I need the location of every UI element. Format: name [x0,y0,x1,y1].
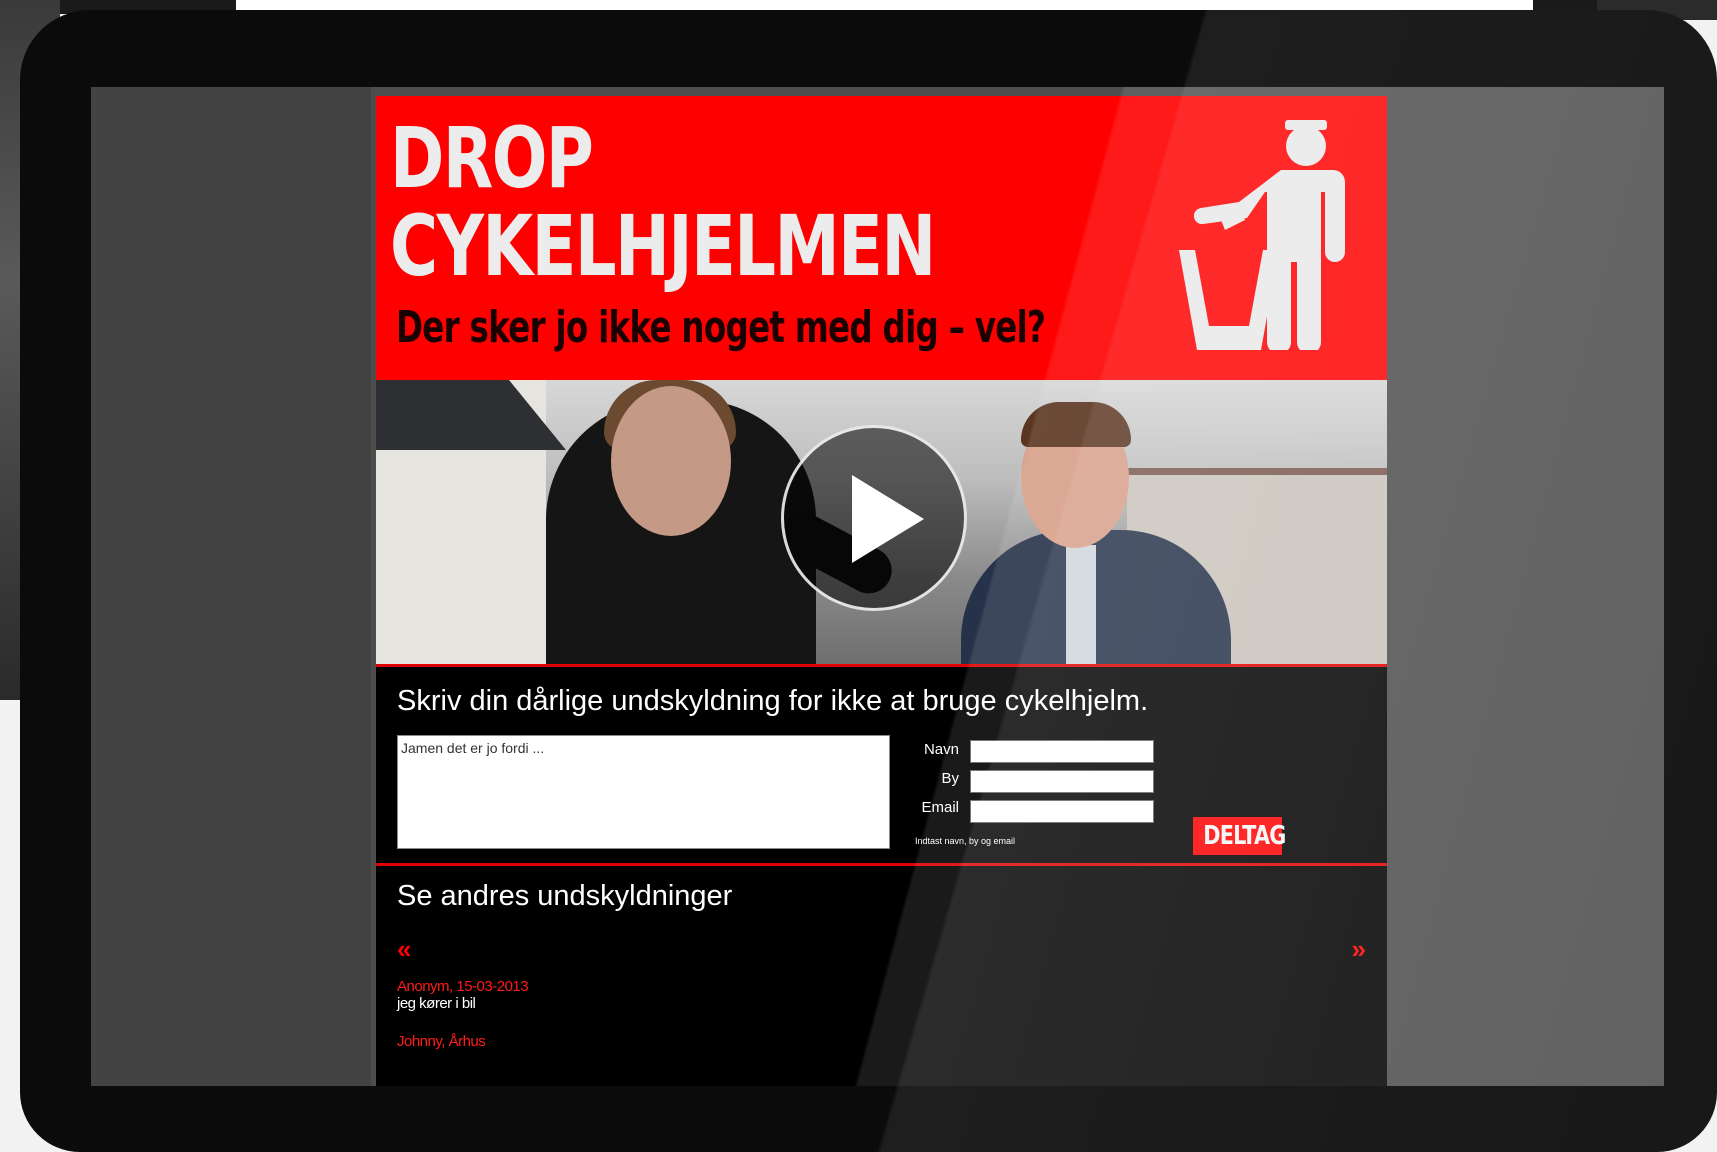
prev-arrow[interactable]: « [397,934,411,965]
entry-text: jeg kører i bil [397,995,476,1012]
entry-author: Johnny, Århus [397,1033,486,1050]
deltag-button[interactable]: DELTAG [1193,817,1286,855]
play-button[interactable] [781,425,967,611]
title-line-1: DROP [390,109,594,207]
page-header: DROP CYKELHJELMEN Der sker jo ikke noget… [376,96,1387,380]
name-label: Navn [923,741,959,758]
email-field[interactable] [970,800,1154,823]
play-icon [852,475,924,563]
next-arrow[interactable]: » [1352,934,1366,965]
screen-left-shade [91,87,371,1086]
list-item: Anonym, 15-03-2013 jeg kører i bil [397,978,529,1012]
video-person-right-hair [1021,402,1131,447]
city-field[interactable] [970,770,1154,793]
campaign-page: DROP CYKELHJELMEN Der sker jo ikke noget… [376,96,1387,1086]
email-label: Email [921,799,959,816]
list-item: Johnny, Århus [397,1033,486,1050]
city-label: By [941,770,959,787]
excuse-form: Skriv din dårlige undskyldning for ikke … [376,667,1387,866]
video-person-left-head [611,386,731,536]
tablet-screen: DROP CYKELHJELMEN Der sker jo ikke noget… [91,87,1664,1086]
video-person-right-shirt [1066,545,1096,664]
background-top-strip [236,0,1533,10]
person-trash-can-icon [1179,120,1345,350]
entry-author: Anonym, 15-03-2013 [397,978,529,995]
tagline: Der sker jo ikke noget med dig – vel? [396,302,1046,353]
video-player[interactable] [376,380,1387,667]
others-heading: Se andres undskyldninger [397,880,733,912]
form-hint: Indtast navn, by og email [915,836,1016,846]
form-heading: Skriv din dårlige undskyldning for ikke … [397,685,1149,717]
deltag-button-label: DELTAG [1203,821,1286,851]
others-excuses: Se andres undskyldninger « » Anonym, 15-… [376,866,1387,1066]
page-title: DROP CYKELHJELMEN [390,114,936,290]
name-field[interactable] [970,740,1154,763]
excuse-textarea[interactable] [397,735,890,849]
title-line-2: CYKELHJELMEN [390,197,936,295]
tablet-device: DROP CYKELHJELMEN Der sker jo ikke noget… [20,10,1717,1152]
